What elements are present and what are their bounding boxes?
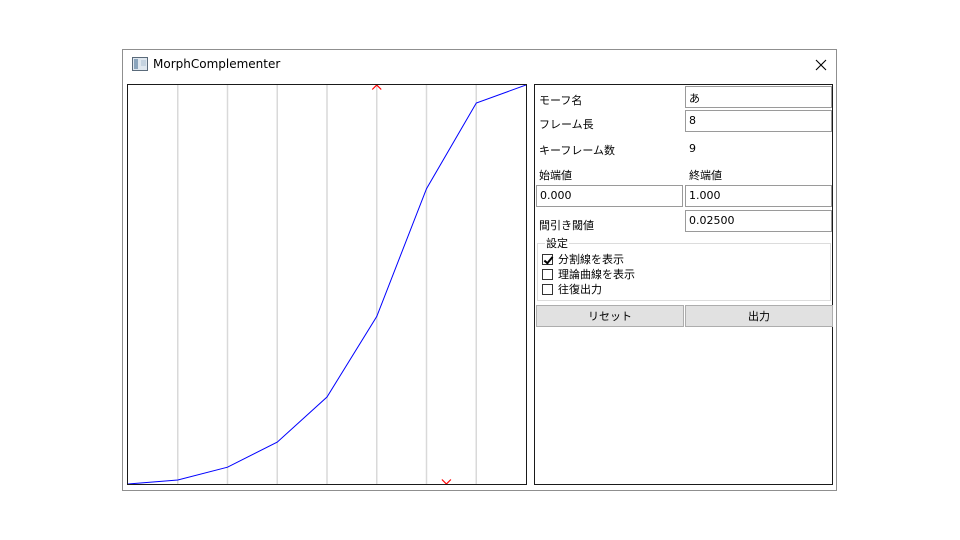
start-value-label: 始端値	[539, 169, 572, 182]
start-value-field[interactable]: 0.000	[536, 185, 683, 207]
settings-group-title: 設定	[545, 235, 569, 251]
checkbox-box[interactable]	[542, 253, 553, 265]
show-division-lines-checkbox[interactable]: 分割線を表示	[542, 252, 624, 266]
app-icon	[132, 57, 148, 71]
end-value-field[interactable]: 1.000	[685, 185, 832, 207]
curve-graph[interactable]	[127, 84, 527, 485]
checkbox-label: 往復出力	[558, 283, 602, 296]
show-theoretical-curve-checkbox[interactable]: 理論曲線を表示	[542, 267, 635, 281]
reset-button[interactable]: リセット	[536, 305, 684, 327]
checkbox-label: 理論曲線を表示	[558, 268, 635, 281]
morph-name-field[interactable]: あ	[685, 86, 832, 108]
checkbox-box[interactable]	[542, 268, 553, 280]
morph-name-label: モーフ名	[539, 94, 583, 107]
checkbox-label: 分割線を表示	[558, 253, 624, 266]
threshold-field[interactable]: 0.02500	[685, 210, 832, 232]
frame-length-field[interactable]: 8	[685, 110, 832, 132]
curve-chart[interactable]	[128, 85, 526, 484]
close-icon	[815, 59, 827, 71]
bottom-control-handle[interactable]	[441, 479, 452, 485]
round-trip-output-checkbox[interactable]: 往復出力	[542, 282, 602, 296]
title-bar: MorphComplementer	[123, 50, 836, 80]
end-value-label: 終端値	[689, 169, 722, 182]
app-window: MorphComplementer モーフ名 あ フレーム長 8 キーフレーム数…	[122, 49, 837, 491]
threshold-label: 間引き閾値	[539, 219, 594, 232]
keyframe-count-label: キーフレーム数	[539, 144, 616, 157]
checkbox-box[interactable]	[542, 283, 553, 295]
settings-panel: モーフ名 あ フレーム長 8 キーフレーム数 9 始端値 終端値 0.000 1…	[534, 84, 833, 485]
frame-length-label: フレーム長	[539, 118, 594, 131]
window-title: MorphComplementer	[153, 57, 281, 71]
close-button[interactable]	[806, 50, 836, 80]
keyframe-count-value: 9	[689, 142, 696, 155]
output-button[interactable]: 出力	[685, 305, 833, 327]
